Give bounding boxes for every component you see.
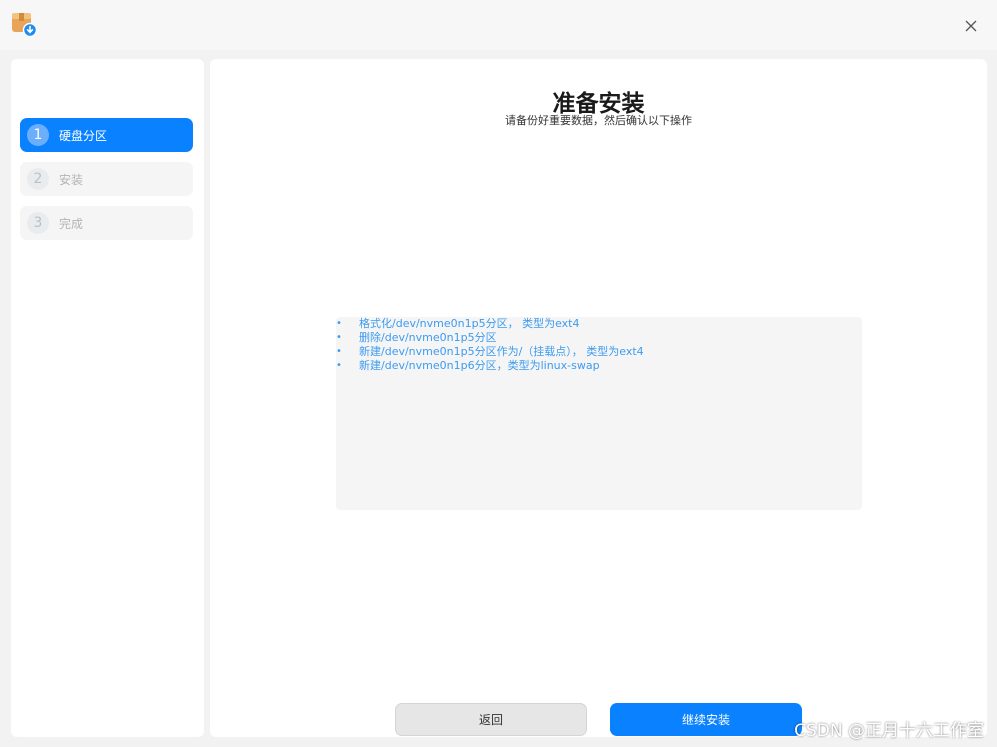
back-button[interactable]: 返回 xyxy=(395,703,587,736)
steps-sidebar: 1 硬盘分区 2 安装 3 完成 xyxy=(11,59,204,737)
step-label: 安装 xyxy=(59,172,84,187)
main-panel: 准备安装 请备份好重要数据，然后确认以下操作 • 格式化/dev/nvme0n1… xyxy=(210,59,987,737)
step-number: 1 xyxy=(27,124,49,146)
close-icon[interactable] xyxy=(963,18,979,34)
step-number: 3 xyxy=(27,212,49,234)
operation-text: 删除/dev/nvme0n1p5分区 xyxy=(359,331,497,344)
step-label: 硬盘分区 xyxy=(59,128,108,143)
step-number: 2 xyxy=(27,168,49,190)
page-subtitle: 请备份好重要数据，然后确认以下操作 xyxy=(505,114,692,127)
operation-text: 新建/dev/nvme0n1p5分区作为/（挂载点）， 类型为ext4 xyxy=(359,345,644,358)
operations-list: • 格式化/dev/nvme0n1p5分区， 类型为ext4 • 删除/dev/… xyxy=(336,317,644,373)
bullet-icon: • xyxy=(336,318,342,329)
bullet-icon: • xyxy=(336,360,342,371)
package-download-icon xyxy=(12,13,37,37)
continue-install-button[interactable]: 继续安装 xyxy=(610,703,802,736)
step-install[interactable]: 2 安装 xyxy=(20,162,193,196)
operation-item: • 新建/dev/nvme0n1p5分区作为/（挂载点）， 类型为ext4 xyxy=(336,345,644,359)
bullet-icon: • xyxy=(336,332,342,343)
operation-text: 新建/dev/nvme0n1p6分区，类型为linux-swap xyxy=(359,359,600,372)
title-bar xyxy=(0,0,997,50)
watermark: CSDN @正月十六工作室 xyxy=(794,721,984,741)
operation-item: • 格式化/dev/nvme0n1p5分区， 类型为ext4 xyxy=(336,317,644,331)
step-label: 完成 xyxy=(59,216,84,231)
bullet-icon: • xyxy=(336,346,342,357)
step-complete[interactable]: 3 完成 xyxy=(20,206,193,240)
operation-text: 格式化/dev/nvme0n1p5分区， 类型为ext4 xyxy=(359,317,580,330)
operation-item: • 删除/dev/nvme0n1p5分区 xyxy=(336,331,644,345)
operation-item: • 新建/dev/nvme0n1p6分区，类型为linux-swap xyxy=(336,359,644,373)
operations-panel: • 格式化/dev/nvme0n1p5分区， 类型为ext4 • 删除/dev/… xyxy=(336,317,862,510)
step-disk-partition[interactable]: 1 硬盘分区 xyxy=(20,118,193,152)
